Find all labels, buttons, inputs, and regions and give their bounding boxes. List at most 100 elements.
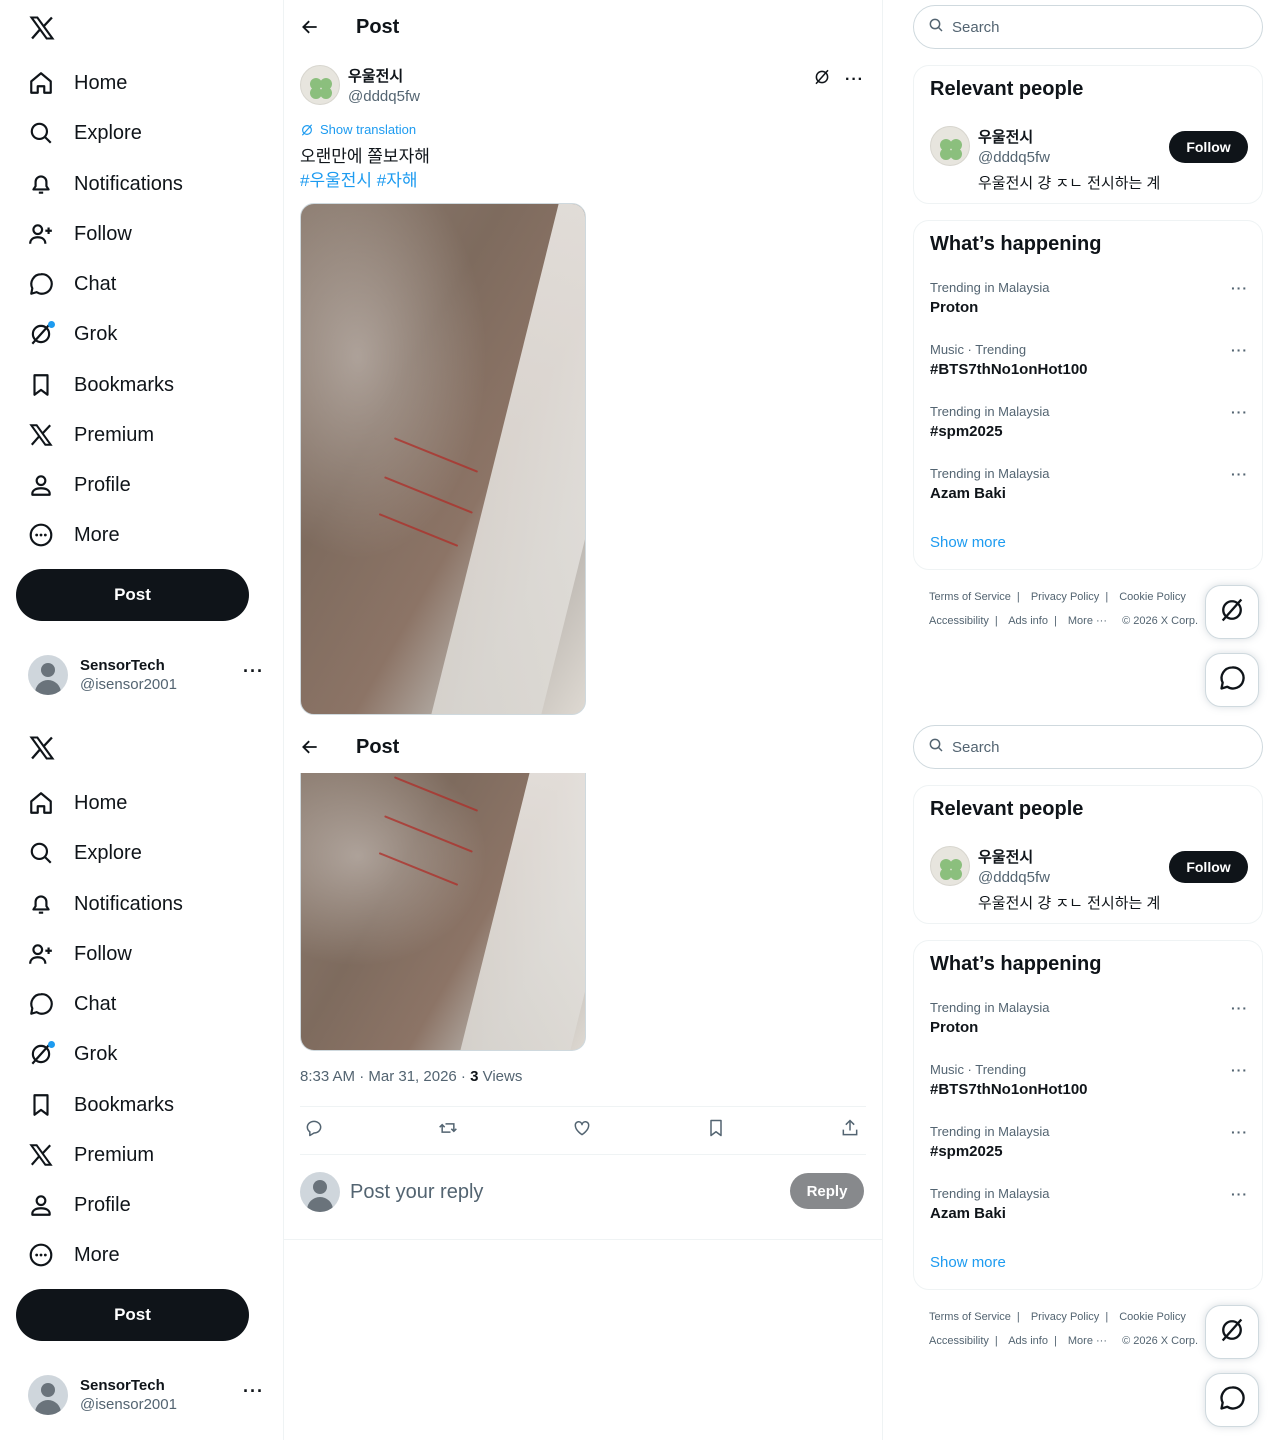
post-button[interactable]: Post	[16, 569, 249, 621]
reply-button[interactable]: Reply	[790, 1173, 864, 1209]
card-title: Relevant people	[930, 798, 1084, 820]
trend-item[interactable]: Music · Trending #BTS7thNo1onHot100 ···	[930, 342, 1248, 386]
nav-explore[interactable]: Explore	[28, 113, 142, 153]
repost-icon[interactable]	[438, 1118, 458, 1143]
accessibility-link[interactable]: Accessibility	[929, 1335, 989, 1347]
nav-more[interactable]: More	[28, 1235, 120, 1275]
trend-item[interactable]: Trending in Malaysia #spm2025 ···	[930, 1124, 1248, 1168]
privacy-link[interactable]: Privacy Policy	[1031, 591, 1099, 603]
more-link[interactable]: More ···	[1068, 1335, 1107, 1347]
show-more-link[interactable]: Show more	[930, 1254, 1006, 1271]
accessibility-link[interactable]: Accessibility	[929, 615, 989, 627]
chat-float-button[interactable]	[1205, 1373, 1259, 1427]
grok-float-button[interactable]	[1205, 585, 1259, 639]
nav-bookmarks[interactable]: Bookmarks	[28, 1085, 174, 1125]
nav-premium[interactable]: Premium	[28, 1135, 154, 1175]
more-icon[interactable]: ···	[1231, 280, 1248, 296]
bookmark-icon[interactable]	[706, 1118, 726, 1143]
trend-item[interactable]: Trending in Malaysia Proton ···	[930, 280, 1248, 324]
more-circle-icon	[28, 522, 54, 548]
follow-button[interactable]: Follow	[1169, 851, 1248, 883]
cookie-link[interactable]: Cookie Policy	[1119, 1311, 1186, 1323]
nav-label: Home	[74, 791, 128, 814]
back-arrow-icon[interactable]	[300, 737, 320, 757]
chat-float-button[interactable]	[1205, 653, 1259, 707]
nav-premium[interactable]: Premium	[28, 415, 154, 455]
more-icon[interactable]: ···	[1231, 1124, 1248, 1140]
nav-home[interactable]: Home	[28, 783, 127, 823]
more-icon[interactable]: ···	[845, 71, 864, 89]
reply-input[interactable]: Post your reply	[350, 1181, 483, 1204]
nav-follow[interactable]: Follow	[28, 214, 132, 254]
trend-item[interactable]: Trending in Malaysia Proton ···	[930, 1000, 1248, 1044]
x-logo-icon[interactable]	[28, 734, 56, 762]
grok-icon	[301, 123, 313, 136]
more-icon[interactable]: ···	[1231, 404, 1248, 420]
search-input[interactable]	[952, 18, 1232, 36]
grok-float-button[interactable]	[1205, 1305, 1259, 1359]
more-icon[interactable]: ···	[1231, 466, 1248, 482]
trend-item[interactable]: Trending in Malaysia Azam Baki ···	[930, 1186, 1248, 1230]
like-icon[interactable]	[572, 1118, 592, 1143]
trend-context: Trending in Malaysia	[930, 1124, 1050, 1139]
divider	[284, 1239, 882, 1240]
post-hashtags[interactable]: #우울전시 #자해	[300, 169, 417, 193]
notification-dot	[48, 321, 55, 328]
post-author[interactable]: 우울전시 @dddq5fw	[300, 65, 420, 105]
nav-notifications[interactable]: Notifications	[28, 164, 183, 204]
grok-icon	[1218, 1316, 1246, 1349]
search-box[interactable]	[913, 725, 1263, 769]
nav-notifications[interactable]: Notifications	[28, 884, 183, 924]
nav-profile[interactable]: Profile	[28, 465, 131, 505]
trend-name: Azam Baki	[930, 1205, 1006, 1222]
trend-item[interactable]: Trending in Malaysia Azam Baki ···	[930, 466, 1248, 510]
post-button[interactable]: Post	[16, 1289, 249, 1341]
more-icon[interactable]: ···	[1231, 1062, 1248, 1078]
more-link[interactable]: More ···	[1068, 615, 1107, 627]
nav-explore[interactable]: Explore	[28, 833, 142, 873]
privacy-link[interactable]: Privacy Policy	[1031, 1311, 1099, 1323]
trend-item[interactable]: Trending in Malaysia #spm2025 ···	[930, 404, 1248, 448]
follow-button[interactable]: Follow	[1169, 131, 1248, 163]
relevant-person[interactable]: 우울전시 @dddq5fw 우울전시 걍 ㅈㄴ 전시하는 계 Follow	[930, 126, 1248, 192]
terms-link[interactable]: Terms of Service	[929, 591, 1011, 603]
reply-icon[interactable]	[304, 1118, 324, 1143]
search-input[interactable]	[952, 738, 1232, 756]
account-switcher[interactable]: SensorTech @isensor2001 ···	[28, 1373, 268, 1417]
nav-bookmarks[interactable]: Bookmarks	[28, 365, 174, 405]
back-arrow-icon[interactable]	[300, 17, 320, 37]
more-icon[interactable]: ···	[243, 661, 264, 682]
search-box[interactable]	[913, 5, 1263, 49]
bell-icon	[28, 171, 54, 197]
nav-chat[interactable]: Chat	[28, 984, 116, 1024]
terms-link[interactable]: Terms of Service	[929, 1311, 1011, 1323]
share-icon[interactable]	[840, 1118, 860, 1143]
chat-bubble-icon	[1218, 1384, 1246, 1417]
nav-profile[interactable]: Profile	[28, 1185, 131, 1225]
trend-name: #BTS7thNo1onHot100	[930, 1081, 1088, 1098]
trend-item[interactable]: Music · Trending #BTS7thNo1onHot100 ···	[930, 1062, 1248, 1106]
post-image[interactable]	[300, 203, 586, 715]
more-icon[interactable]: ···	[1231, 1000, 1248, 1016]
nav-grok[interactable]: Grok	[28, 1034, 117, 1074]
trend-name: Proton	[930, 1019, 979, 1036]
more-icon[interactable]: ···	[1231, 342, 1248, 358]
account-switcher[interactable]: SensorTech @isensor2001 ···	[28, 653, 268, 697]
show-translation-link[interactable]: Show translation	[300, 122, 416, 137]
ads-info-link[interactable]: Ads info	[1008, 1335, 1048, 1347]
nav-grok[interactable]: Grok	[28, 314, 117, 354]
show-more-link[interactable]: Show more	[930, 534, 1006, 551]
cookie-link[interactable]: Cookie Policy	[1119, 591, 1186, 603]
ads-info-link[interactable]: Ads info	[1008, 615, 1048, 627]
nav-label: More	[74, 523, 120, 546]
relevant-person[interactable]: 우울전시 @dddq5fw 우울전시 걍 ㅈㄴ 전시하는 계 Follow	[930, 846, 1248, 912]
more-icon[interactable]: ···	[243, 1381, 264, 1402]
nav-chat[interactable]: Chat	[28, 264, 116, 304]
nav-follow[interactable]: Follow	[28, 934, 132, 974]
post-image[interactable]	[300, 773, 586, 1051]
more-icon[interactable]: ···	[1231, 1186, 1248, 1202]
grok-icon[interactable]	[813, 68, 831, 91]
nav-more[interactable]: More	[28, 515, 120, 555]
x-logo-icon[interactable]	[28, 14, 56, 42]
nav-home[interactable]: Home	[28, 63, 127, 103]
